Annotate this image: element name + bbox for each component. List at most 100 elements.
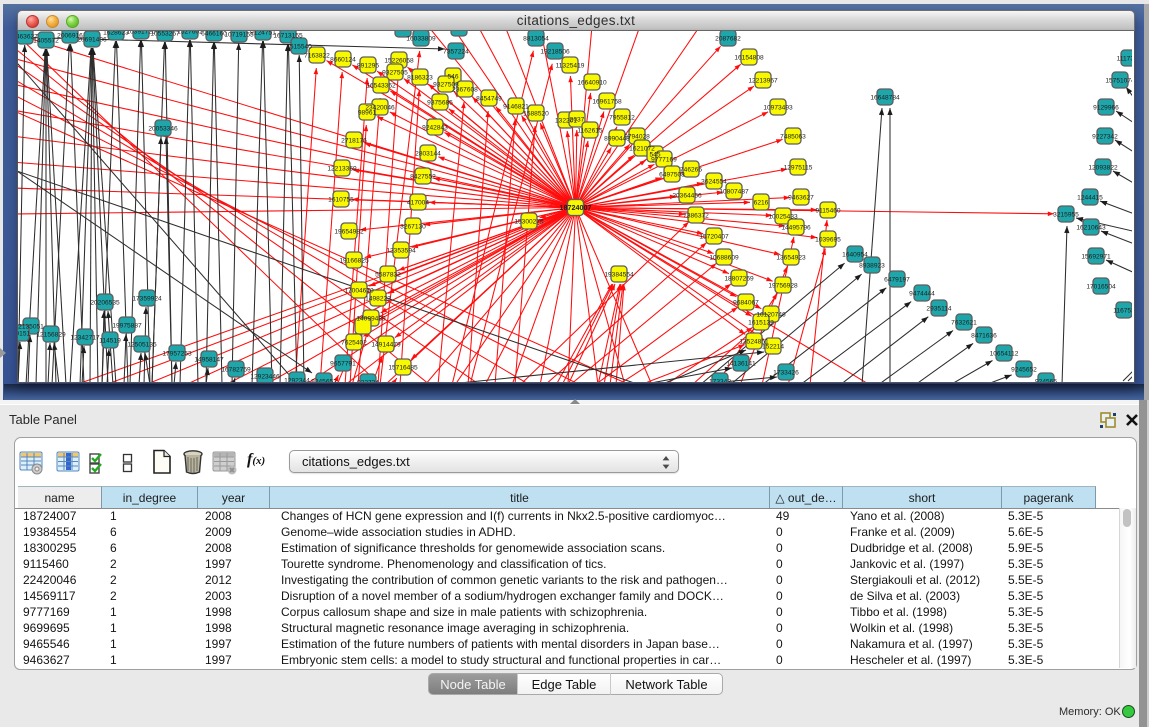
- svg-text:12213369: 12213369: [327, 165, 357, 172]
- svg-text:14914479: 14914479: [371, 341, 401, 348]
- svg-text:8813054: 8813054: [523, 35, 549, 42]
- svg-text:922734: 922734: [357, 379, 379, 382]
- svg-text:39151: 39151: [18, 330, 30, 337]
- svg-text:1628623: 1628623: [103, 31, 129, 36]
- svg-text:6216: 6216: [754, 199, 769, 206]
- svg-text:2135051: 2135051: [18, 323, 44, 330]
- svg-text:11325419: 11325419: [556, 62, 585, 69]
- svg-text:16154808: 16154808: [734, 54, 764, 61]
- svg-text:19756928: 19756928: [768, 282, 798, 289]
- svg-text:19654982: 19654982: [334, 228, 364, 235]
- svg-text:9146821: 9146821: [503, 103, 529, 110]
- svg-text:16640910: 16640910: [577, 79, 607, 86]
- svg-text:3624554: 3624554: [701, 178, 727, 185]
- svg-text:9777169: 9777169: [651, 156, 677, 163]
- svg-text:14495796: 14495796: [781, 224, 811, 231]
- svg-text:7163822: 7163822: [304, 52, 330, 59]
- svg-text:17359924: 17359924: [132, 295, 162, 302]
- svg-text:7625402: 7625402: [341, 339, 367, 346]
- svg-text:7386372: 7386372: [683, 212, 709, 219]
- svg-text:417004: 417004: [407, 199, 429, 206]
- svg-text:16120746: 16120746: [756, 311, 786, 318]
- svg-text:1162615: 1162615: [577, 127, 603, 134]
- svg-text:1733426: 1733426: [773, 369, 799, 376]
- svg-text:1405572: 1405572: [33, 37, 59, 44]
- svg-text:20691406: 20691406: [77, 36, 107, 43]
- svg-text:10025433: 10025433: [768, 213, 798, 220]
- svg-text:17957253: 17957253: [162, 350, 192, 357]
- svg-text:16648784: 16648784: [870, 94, 900, 101]
- svg-text:2087682: 2087682: [715, 35, 741, 42]
- svg-text:16543362: 16543362: [366, 82, 396, 89]
- svg-text:9242843: 9242843: [422, 124, 448, 131]
- svg-text:2803144: 2803144: [415, 150, 441, 157]
- svg-text:12342717: 12342717: [70, 334, 100, 341]
- svg-text:15720407: 15720407: [699, 233, 729, 240]
- svg-text:9657791: 9657791: [330, 360, 356, 367]
- svg-text:2718176: 2718176: [341, 137, 367, 144]
- svg-text:14099489: 14099489: [356, 315, 386, 322]
- svg-text:16210643: 16210643: [1076, 224, 1106, 231]
- svg-text:7955812: 7955812: [609, 114, 635, 121]
- svg-text:10654112: 10654112: [990, 350, 1019, 357]
- svg-text:1527602: 1527602: [177, 31, 203, 35]
- svg-text:891295: 891295: [357, 62, 379, 69]
- svg-text:12213967: 12213967: [748, 77, 778, 84]
- svg-text:15692971: 15692971: [1081, 253, 1111, 260]
- svg-text:7485063: 7485063: [780, 133, 806, 140]
- svg-text:3215955: 3215955: [1053, 211, 1079, 218]
- svg-text:12923446: 12923446: [250, 373, 280, 380]
- svg-text:14958147: 14958147: [194, 356, 224, 363]
- svg-text:9245652: 9245652: [311, 378, 337, 382]
- svg-text:19384554: 19384554: [604, 271, 634, 278]
- svg-text:7632621: 7632621: [951, 319, 977, 326]
- svg-text:8660124: 8660124: [330, 56, 356, 63]
- svg-text:7357224: 7357224: [443, 48, 469, 55]
- svg-text:18807269: 18807269: [724, 275, 754, 282]
- svg-text:8186323: 8186323: [407, 74, 433, 81]
- svg-text:173342: 173342: [709, 378, 731, 382]
- svg-text:6497508: 6497508: [659, 171, 685, 178]
- svg-text:10973493: 10973493: [763, 104, 793, 111]
- svg-text:9245652: 9245652: [1011, 366, 1037, 373]
- svg-text:1588520: 1588520: [523, 110, 549, 117]
- svg-text:12505135: 12505135: [127, 341, 157, 348]
- svg-text:6466160: 6466160: [201, 31, 227, 37]
- svg-text:8454749: 8454749: [476, 95, 502, 102]
- svg-text:8427552: 8427552: [410, 173, 436, 180]
- svg-text:1498222: 1498222: [365, 295, 391, 302]
- svg-text:17004670: 17004670: [344, 287, 374, 294]
- svg-text:19218506: 19218506: [540, 48, 570, 55]
- svg-text:9375685: 9375685: [427, 99, 453, 106]
- svg-text:2037: 2037: [570, 116, 585, 123]
- svg-text:1292344: 1292344: [284, 377, 310, 382]
- svg-text:1244415: 1244415: [1077, 194, 1103, 201]
- svg-text:98961: 98961: [358, 109, 377, 116]
- svg-text:13654923: 13654923: [776, 254, 806, 261]
- svg-text:8471636: 8471636: [971, 332, 997, 339]
- svg-text:16961758: 16961758: [592, 98, 622, 105]
- svg-text:1117362: 1117362: [1117, 55, 1132, 62]
- svg-text:1039695: 1039695: [815, 236, 841, 243]
- svg-text:16033809: 16033809: [406, 35, 436, 42]
- svg-text:17016504: 17016504: [1086, 283, 1116, 290]
- svg-text:9684067: 9684067: [733, 299, 759, 306]
- svg-text:116753: 116753: [1113, 307, 1132, 314]
- svg-text:15300275: 15300275: [514, 218, 544, 225]
- svg-text:1640954: 1640954: [842, 251, 868, 258]
- svg-text:1615132: 1615132: [748, 319, 774, 326]
- svg-text:15716485: 15716485: [388, 364, 418, 371]
- svg-text:546: 546: [447, 73, 458, 80]
- svg-text:19166825: 19166825: [339, 257, 369, 264]
- svg-text:152214: 152214: [762, 343, 784, 350]
- svg-text:12975115: 12975115: [784, 164, 813, 171]
- svg-text:19975887: 19975887: [112, 322, 142, 329]
- svg-text:8938923: 8938923: [859, 262, 885, 269]
- svg-text:9115460: 9115460: [815, 207, 841, 214]
- svg-text:10807487: 10807487: [719, 188, 749, 195]
- svg-text:2367608: 2367608: [452, 86, 478, 93]
- svg-text:9227342: 9227342: [1092, 133, 1118, 140]
- svg-text:16782759: 16782759: [221, 366, 251, 373]
- svg-text:5587832: 5587832: [375, 271, 401, 278]
- svg-text:9124751: 9124751: [250, 31, 276, 36]
